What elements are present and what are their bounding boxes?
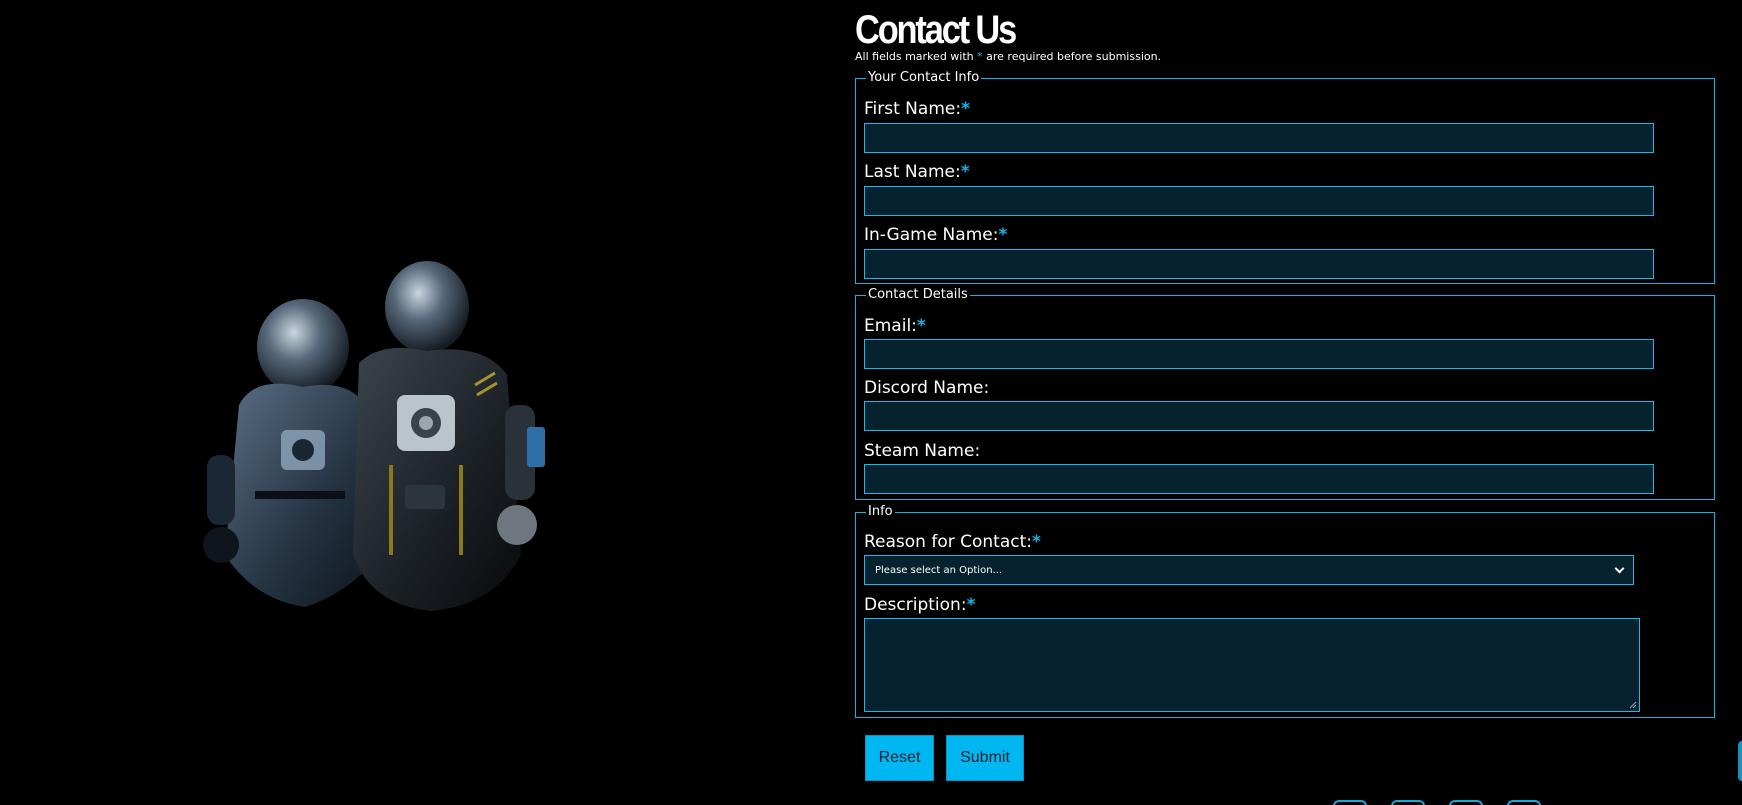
last-name-required-star: *	[960, 162, 970, 182]
email-label-text: Email:	[864, 316, 917, 336]
reset-button[interactable]: Reset	[865, 735, 934, 781]
page-title: Contact Us	[855, 8, 1017, 52]
resize-grip-icon[interactable]	[1629, 701, 1637, 709]
contact-info-fieldset: Your Contact Info First Name:* Last Name…	[855, 70, 1715, 284]
info-fieldset: Info Reason for Contact:* Please select …	[855, 504, 1715, 718]
last-name-input[interactable]	[864, 186, 1654, 216]
submit-button[interactable]: Submit	[946, 735, 1024, 781]
reason-required-star: *	[1032, 532, 1041, 552]
contact-details-fieldset: Contact Details Email:* Discord Name: St…	[855, 287, 1715, 500]
description-label-text: Description:	[864, 595, 967, 615]
discord-name-input[interactable]	[864, 401, 1654, 431]
description-textarea[interactable]	[864, 618, 1640, 712]
social-icon[interactable]	[1449, 800, 1483, 805]
contact-info-legend: Your Contact Info	[866, 70, 982, 86]
description-label: Description:*	[864, 595, 975, 615]
last-name-label-text: Last Name:	[864, 162, 961, 182]
reason-select[interactable]: Please select an Option...	[864, 555, 1634, 585]
required-note: All fields marked with * are required be…	[855, 50, 1161, 63]
in-game-name-required-star: *	[998, 225, 1008, 245]
last-name-label: Last Name:*	[864, 162, 970, 182]
first-name-label: First Name:*	[864, 99, 970, 119]
required-note-text-end: are required before submission.	[982, 50, 1162, 63]
email-label: Email:*	[864, 316, 926, 336]
required-note-text: All fields marked with	[855, 50, 978, 63]
email-required-star: *	[916, 316, 926, 336]
in-game-name-label-text: In-Game Name:	[864, 225, 999, 245]
reason-select-value: Please select an Option...	[875, 564, 1003, 576]
discord-name-label: Discord Name:	[864, 378, 990, 398]
reason-label-text: Reason for Contact:	[864, 532, 1033, 552]
steam-name-label: Steam Name:	[864, 441, 981, 461]
first-name-input[interactable]	[864, 123, 1654, 153]
social-icon[interactable]	[1333, 800, 1367, 805]
contact-details-legend: Contact Details	[866, 287, 970, 303]
social-icon[interactable]	[1391, 800, 1425, 805]
description-required-star: *	[966, 595, 976, 615]
info-legend: Info	[866, 504, 895, 520]
in-game-name-input[interactable]	[864, 249, 1654, 279]
email-input[interactable]	[864, 339, 1654, 369]
first-name-required-star: *	[961, 99, 970, 119]
social-icon[interactable]	[1507, 800, 1541, 805]
astronauts-illustration	[203, 261, 545, 611]
reason-label: Reason for Contact:*	[864, 532, 1041, 552]
first-name-label-text: First Name:	[864, 99, 962, 119]
scroll-to-top-tab[interactable]	[1738, 741, 1742, 781]
chevron-down-icon	[1614, 563, 1625, 573]
in-game-name-label: In-Game Name:*	[864, 225, 1007, 245]
steam-name-input[interactable]	[864, 464, 1654, 494]
